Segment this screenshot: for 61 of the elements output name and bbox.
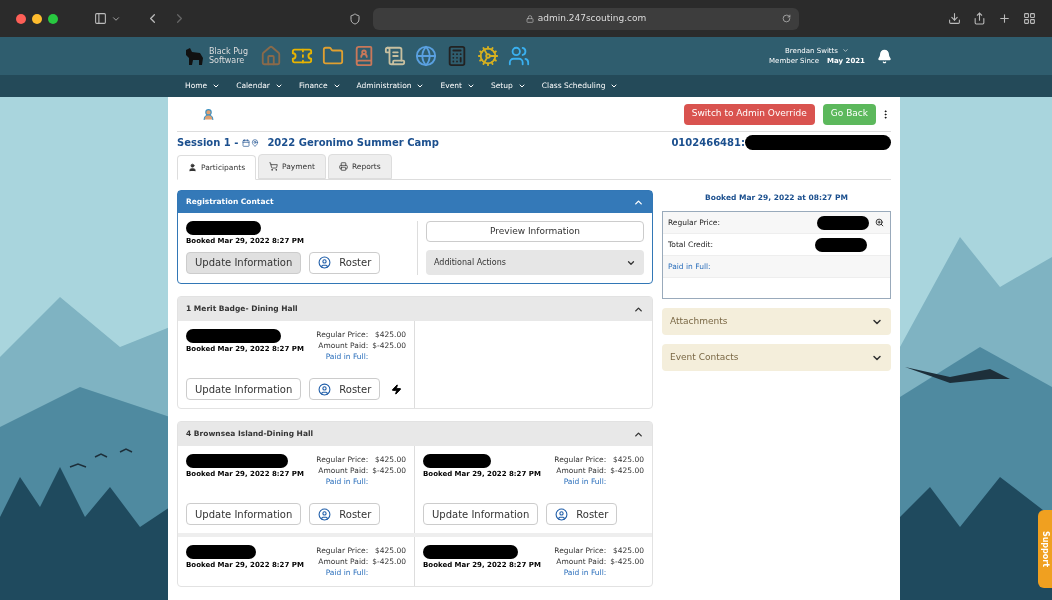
user-circle-icon [318,256,332,269]
dog-logo-icon [183,46,205,66]
redaction-mark [186,545,256,559]
update-information-button[interactable]: Update Information [186,378,302,400]
caret-icon [416,82,425,90]
caret-icon [517,82,526,90]
roster-button[interactable]: Roster [309,251,381,274]
caret-icon [212,82,221,90]
address-bar[interactable]: admin.247scouting.com [373,7,799,30]
minimize-window-icon[interactable] [32,13,42,24]
accordion-header[interactable]: Event Contacts [662,344,891,372]
brand-tagline: Software [209,56,245,65]
caret-icon [467,82,475,90]
admin-override-button[interactable]: Switch to Admin Override [683,103,815,125]
close-window-icon[interactable] [16,13,26,24]
tab-overview-icon[interactable] [1023,12,1036,25]
shield-icon[interactable] [349,12,361,25]
share-icon[interactable] [973,12,986,25]
cart-icon [269,162,279,171]
caret-icon [332,82,341,90]
sidebar-icon[interactable] [94,12,107,25]
update-information-button[interactable]: Update Information [186,251,302,274]
user-circle-icon [555,507,569,521]
user-circle-icon [318,382,332,396]
redaction-mark [423,454,491,468]
roster-button[interactable]: Roster [309,378,381,400]
globe-icon[interactable] [415,45,438,67]
zoom-icon[interactable] [875,218,884,228]
caret-icon [610,82,619,90]
folder-icon[interactable] [322,45,345,67]
new-tab-icon[interactable] [998,12,1011,25]
url-text: admin.247scouting.com [537,11,647,25]
redaction-mark [817,215,869,230]
maximize-window-icon[interactable] [48,13,58,24]
lock-icon [525,14,534,23]
update-information-button[interactable]: Update Information [423,503,539,525]
people-icon[interactable] [508,45,531,67]
map-pin-icon [251,138,260,147]
user-circle-icon [318,507,332,521]
preview-information-button[interactable]: Preview Information [426,221,644,242]
account-number: 0102466481: [671,136,745,150]
roster-button[interactable]: Roster [546,503,618,525]
user-avatar-icon [202,107,215,121]
caret-icon [841,47,849,55]
accordion-header[interactable]: Attachments [662,308,891,336]
additional-actions-dropdown[interactable]: Additional Actions [426,250,644,275]
event-name: 2022 Geronimo Summer Camp [267,136,439,150]
gear-icon[interactable] [477,45,500,67]
person-icon [188,163,197,172]
calendar-icon [242,138,251,147]
reload-icon[interactable] [782,14,791,23]
notification-icon[interactable] [877,48,892,64]
update-information-button[interactable]: Update Information [186,503,302,525]
scroll-icon[interactable] [384,45,407,67]
redaction-mark [815,237,867,252]
caret-icon [274,82,283,90]
brand-name: Black Pug [209,47,249,56]
roster-button[interactable]: Roster [309,503,381,525]
download-icon[interactable] [948,12,961,25]
session-title: Session 1 - [177,136,239,150]
printer-icon [338,162,348,171]
